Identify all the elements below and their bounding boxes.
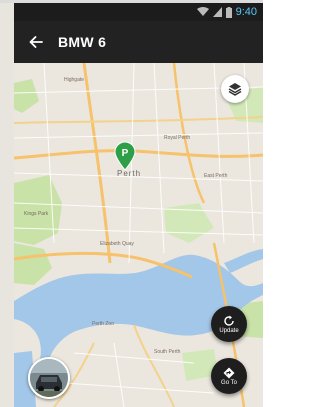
pin-letter: P	[121, 148, 129, 159]
wifi-icon	[196, 7, 209, 16]
goto-label: Go To	[221, 379, 237, 386]
map-place-label: Highgate	[64, 77, 85, 83]
update-button[interactable]: Update	[211, 306, 247, 342]
map-view[interactable]: Perth Royal Perth Perth Zoo Elizabeth Qu…	[14, 63, 263, 407]
map-place-label: Elizabeth Quay	[100, 241, 134, 247]
map-place-label: East Perth	[204, 173, 228, 179]
layers-icon	[228, 83, 242, 96]
battery-icon	[225, 6, 232, 18]
arrow-left-icon	[29, 36, 43, 48]
car-photo-thumbnail[interactable]	[28, 357, 70, 399]
update-label: Update	[219, 327, 239, 334]
back-button[interactable]	[14, 21, 58, 63]
map-place-label: Royal Perth	[164, 135, 191, 141]
page-title: BMW 6	[58, 34, 107, 50]
status-bar: 9:40	[14, 3, 263, 21]
car-photo-icon	[30, 359, 68, 397]
goto-button[interactable]: Go To	[211, 358, 247, 394]
map-place-label: Kings Park	[24, 211, 49, 217]
map-place-label: Perth Zoo	[92, 321, 114, 327]
refresh-icon	[224, 315, 234, 326]
app-bar: BMW 6	[14, 21, 263, 63]
phone-screen: 9:40 BMW 6 Perth Royal Perth Perth Zoo E…	[0, 0, 263, 407]
navigate-icon	[223, 367, 235, 378]
signal-icon	[212, 7, 222, 17]
map-place-label: South Perth	[154, 349, 181, 355]
map-canvas	[14, 63, 263, 407]
status-icons: 9:40	[196, 6, 257, 18]
status-time: 9:40	[235, 6, 257, 18]
layers-button[interactable]	[221, 75, 249, 103]
